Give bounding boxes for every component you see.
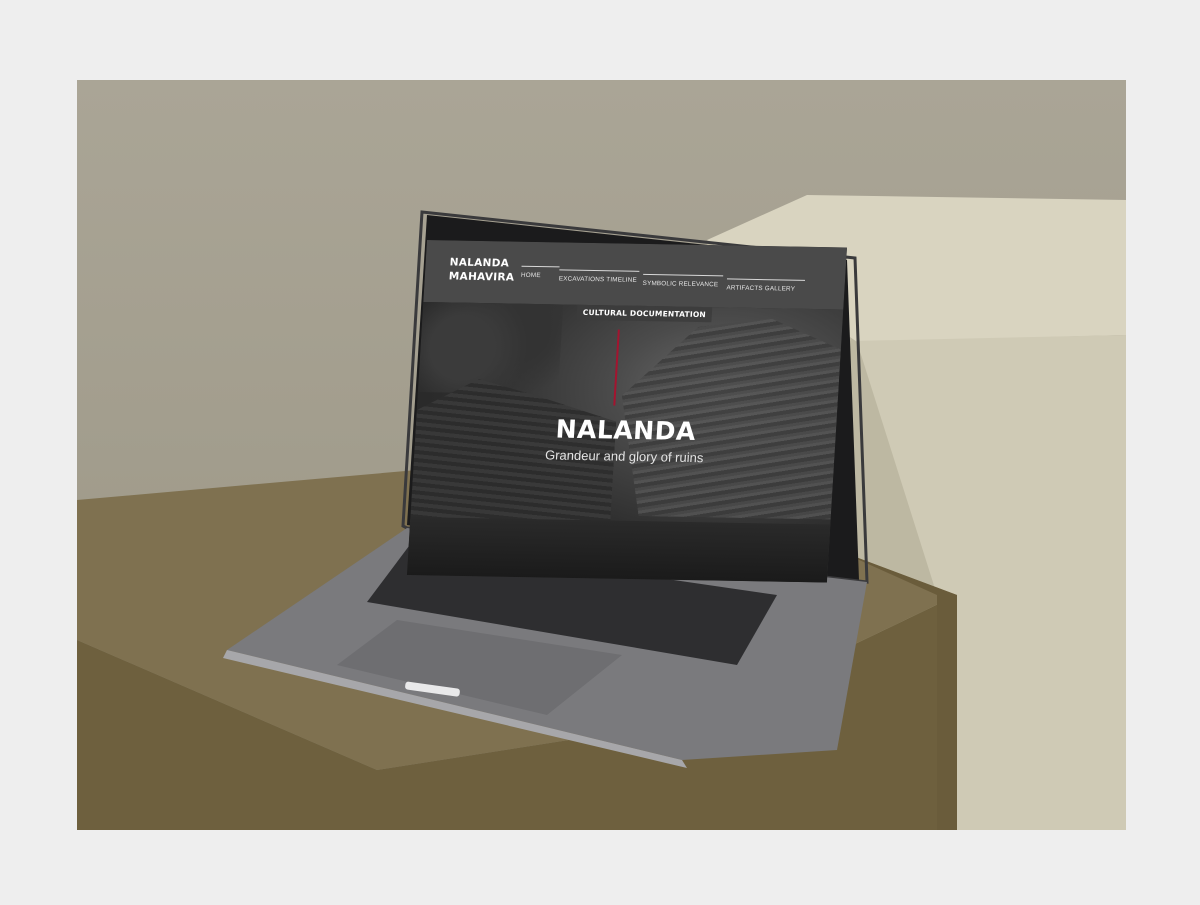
hero-trees [417, 302, 564, 395]
site-header: NALANDA MAHAVIRA HOME EXCAVATIONS TIMELI… [423, 240, 847, 310]
nav-excavations-timeline[interactable]: EXCAVATIONS TIMELINE [558, 269, 640, 284]
logo-line-1: NALANDA [449, 256, 510, 270]
logo-line-2: MAHAVIRA [448, 270, 515, 284]
mockup-scene: NALANDA MAHAVIRA HOME EXCAVATIONS TIMELI… [77, 80, 1126, 830]
nav-home[interactable]: HOME [520, 265, 560, 280]
hero-accent-line [613, 329, 620, 406]
nav-artifacts-gallery[interactable]: ARTIFACTS GALLERY [726, 278, 806, 293]
hero-ground [406, 517, 831, 583]
hero-badge: CULTURAL DOCUMENTATION [576, 304, 713, 323]
nav-symbolic-relevance[interactable]: SYMBOLIC RELEVANCE [642, 273, 724, 289]
main-nav: HOME EXCAVATIONS TIMELINE SYMBOLIC RELEV… [520, 265, 822, 301]
website-screen: NALANDA MAHAVIRA HOME EXCAVATIONS TIMELI… [406, 240, 847, 583]
hero-section: CULTURAL DOCUMENTATION NALANDA Grandeur … [406, 302, 844, 583]
site-logo[interactable]: NALANDA MAHAVIRA [448, 255, 515, 284]
